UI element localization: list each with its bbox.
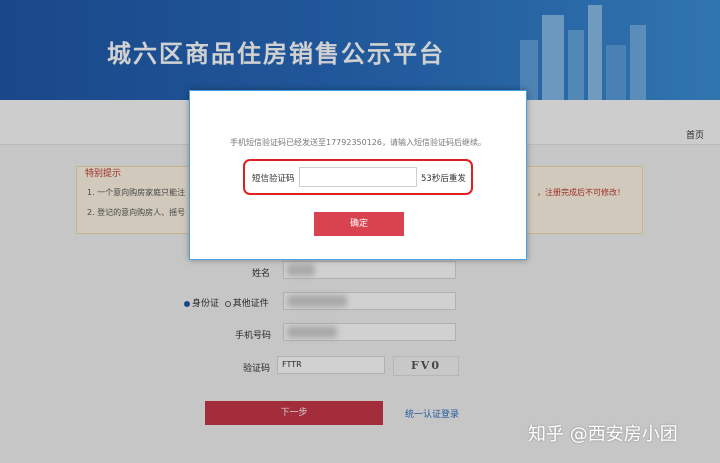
sms-verification-dialog: 手机短信验证码已经发送至17792350126，请输入短信验证码后继续。 短信验… [189, 90, 527, 260]
sms-code-input[interactable] [299, 167, 417, 187]
sms-sent-message: 手机短信验证码已经发送至17792350126，请输入短信验证码后继续。 [230, 138, 486, 147]
zhihu-watermark: 知乎 @西安房小团 [528, 424, 678, 445]
sms-code-label: 短信验证码 [252, 174, 295, 184]
resend-countdown[interactable]: 53秒后重发 [421, 172, 466, 184]
confirm-button[interactable]: 确定 [314, 212, 404, 236]
